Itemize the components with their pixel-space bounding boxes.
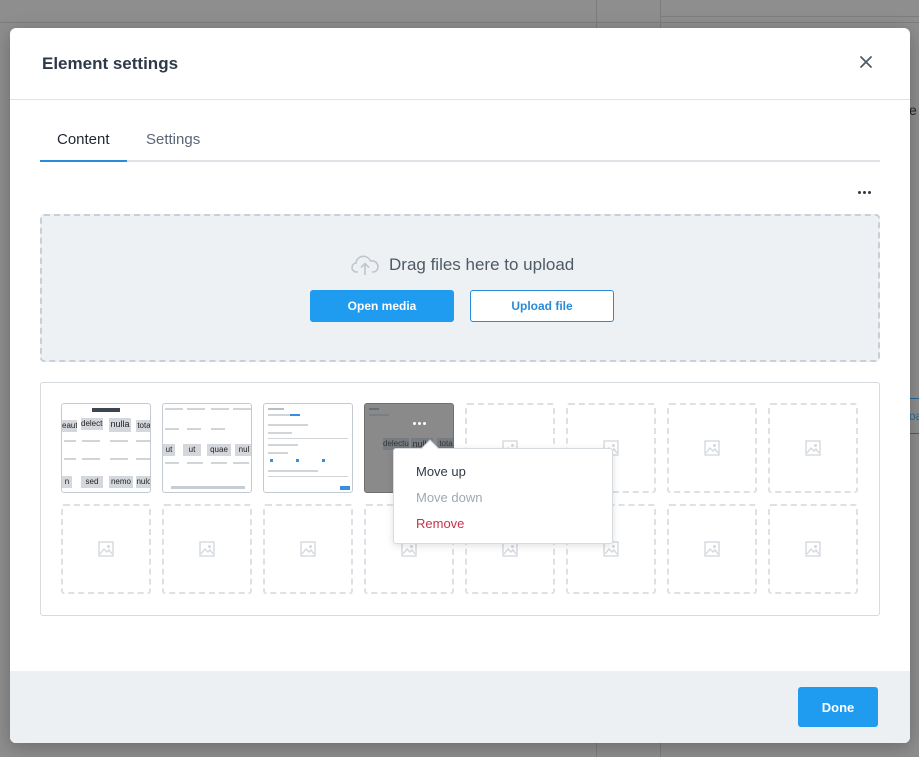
thumbnail-line: [211, 428, 225, 430]
thumbnail-line: [110, 458, 128, 460]
more-horizontal-icon: [867, 190, 871, 194]
gallery-empty-slot[interactable]: [768, 403, 858, 493]
thumbnail-line: [211, 462, 227, 464]
thumbnail-line: [136, 440, 150, 442]
thumbnail-preview: ut ut quae nul: [163, 404, 251, 492]
thumbnail-line: [268, 444, 298, 446]
thumbnail-accent: [270, 459, 273, 462]
thumbnail-accent: [340, 486, 350, 490]
thumbnail-cell: nulo: [136, 476, 151, 488]
thumbnail-line: [369, 414, 389, 416]
gallery-empty-slot[interactable]: [667, 504, 757, 594]
thumbnail-line: [268, 424, 308, 426]
background-text: e: [909, 102, 917, 118]
more-horizontal-icon: [423, 422, 426, 425]
done-button[interactable]: Done: [798, 687, 878, 727]
tab-bar: Content Settings: [40, 124, 880, 162]
background-divider: [660, 16, 919, 17]
thumbnail-more-button[interactable]: [413, 422, 426, 425]
thumbnail-line: [165, 428, 179, 430]
thumbnail-line: [136, 458, 150, 460]
gallery-empty-slot[interactable]: [61, 504, 151, 594]
thumbnail-cell: n: [62, 476, 72, 488]
image-placeholder-icon: [704, 541, 720, 557]
thumbnail-line: [187, 408, 205, 410]
dropzone-text: Drag files here to upload: [389, 255, 575, 274]
more-horizontal-icon: [413, 422, 416, 425]
gallery-empty-slot[interactable]: [667, 403, 757, 493]
thumbnail-cell: eaute: [62, 420, 77, 432]
gallery-empty-slot[interactable]: [768, 504, 858, 594]
more-horizontal-icon: [418, 422, 421, 425]
thumbnail-cell: ut: [183, 444, 201, 456]
thumbnail-line: [233, 462, 249, 464]
thumbnail-cell: ut: [163, 444, 175, 456]
image-placeholder-icon: [199, 541, 215, 557]
menu-item-move-up[interactable]: Move up: [416, 464, 466, 479]
close-icon: [860, 56, 872, 68]
thumbnail-line: [268, 476, 348, 477]
thumbnail-accent: [296, 459, 299, 462]
image-placeholder-icon: [300, 541, 316, 557]
close-button[interactable]: [856, 52, 876, 72]
cloud-upload-icon: [351, 255, 379, 275]
thumbnail-line: [268, 470, 318, 472]
modal-footer: Done: [10, 671, 910, 743]
thumbnail-cell: tota: [136, 420, 151, 432]
thumbnail-preview: eaute delectus nulla tota n sed nemo nul…: [62, 404, 150, 492]
image-placeholder-icon: [704, 440, 720, 456]
thumbnail-line: [187, 462, 203, 464]
thumbnail-line: [268, 438, 348, 439]
image-placeholder-icon: [805, 440, 821, 456]
tab-content[interactable]: Content: [40, 124, 127, 162]
background-divider: [0, 22, 919, 23]
gallery-thumbnail[interactable]: ut ut quae nul: [162, 403, 252, 493]
thumbnail-context-menu: Move up Move down Remove: [393, 439, 613, 544]
gallery-empty-slot[interactable]: [162, 504, 252, 594]
more-horizontal-icon: [857, 190, 861, 194]
open-media-button[interactable]: Open media: [310, 290, 454, 322]
thumbnail-cell: sed: [81, 476, 103, 488]
thumbnail-cell: nemo: [109, 476, 133, 488]
thumbnail-line: [233, 408, 251, 410]
thumbnail-line: [211, 408, 229, 410]
upload-dropzone[interactable]: Drag files here to upload Open media Upl…: [40, 214, 880, 362]
gallery-thumbnail[interactable]: eaute delectus nulla tota n sed nemo nul…: [61, 403, 151, 493]
thumbnail-scrollbar: [171, 486, 245, 489]
gallery-thumbnail[interactable]: [263, 403, 353, 493]
thumbnail-cell: nulla: [109, 418, 131, 432]
element-settings-modal: Element settings Content Settings Drag f…: [10, 28, 910, 743]
thumbnail-accent: [290, 414, 300, 416]
thumbnail-line: [187, 428, 201, 430]
modal-header: Element settings: [10, 28, 910, 100]
thumbnail-preview: [264, 404, 352, 492]
thumbnail-line: [165, 462, 179, 464]
thumbnail-bar: [92, 408, 120, 412]
thumbnail-line: [64, 458, 76, 460]
thumbnail-accent: [322, 459, 325, 462]
image-placeholder-icon: [805, 541, 821, 557]
thumbnail-line: [82, 440, 100, 442]
thumbnail-line: [110, 440, 128, 442]
upload-file-button[interactable]: Upload file: [470, 290, 614, 322]
gallery-empty-slot[interactable]: [263, 504, 353, 594]
thumbnail-line: [268, 432, 292, 434]
thumbnail-line: [268, 408, 284, 410]
tab-settings[interactable]: Settings: [129, 124, 217, 162]
menu-item-remove[interactable]: Remove: [416, 516, 464, 531]
more-horizontal-icon: [862, 190, 866, 194]
thumbnail-line: [82, 458, 100, 460]
thumbnail-line: [268, 452, 288, 454]
menu-item-move-down[interactable]: Move down: [416, 490, 482, 505]
thumbnail-line: [369, 408, 379, 410]
thumbnail-cell: quae: [207, 444, 231, 456]
image-placeholder-icon: [98, 541, 114, 557]
more-options-button[interactable]: [854, 184, 874, 200]
thumbnail-cell: delectus: [81, 418, 103, 430]
dropzone-label: Drag files here to upload: [351, 254, 574, 276]
thumbnail-cell: nul: [235, 444, 251, 456]
thumbnail-line: [165, 408, 183, 410]
modal-title: Element settings: [42, 54, 179, 73]
thumbnail-line: [64, 440, 76, 442]
